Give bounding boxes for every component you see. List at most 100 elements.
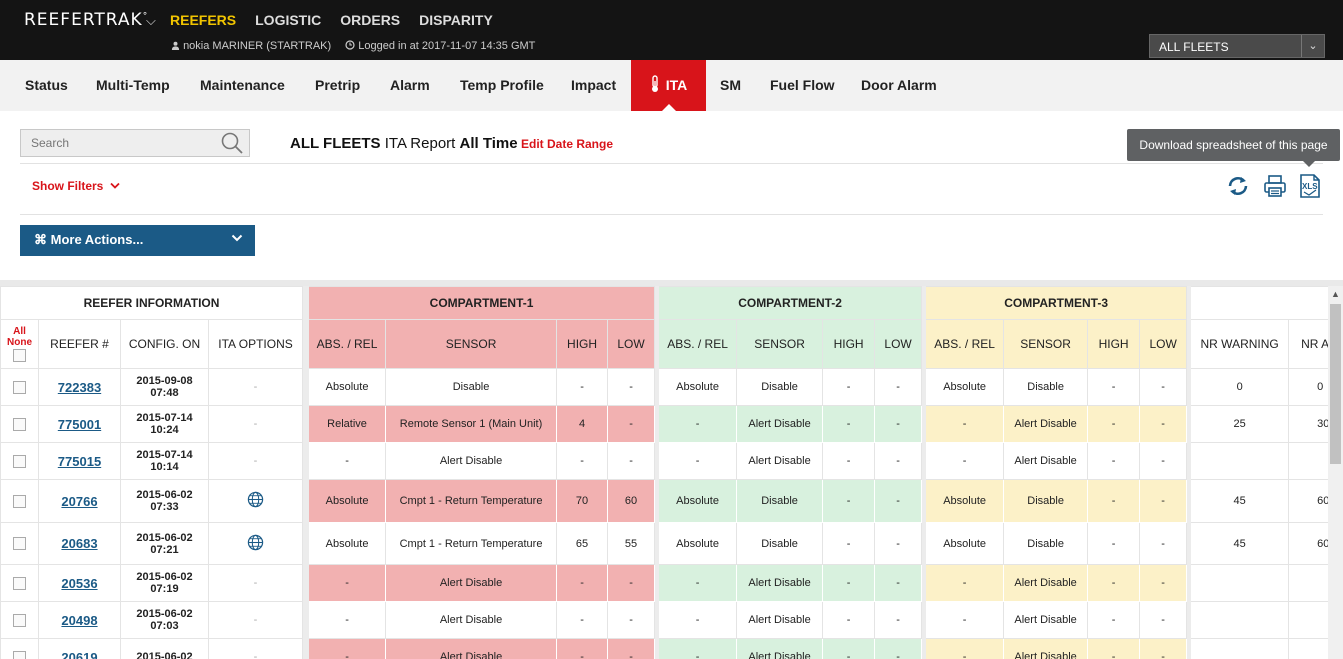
col-c2-low: LOW [874, 319, 923, 369]
row-checkbox[interactable] [13, 650, 26, 659]
cell-c3-abs-rel: Absolute [925, 368, 1005, 406]
cell-c3-abs-rel: - [925, 564, 1005, 602]
table-row[interactable]: 775001 2015-07-14 10:24- Relative Remote Sen… [0, 405, 1328, 443]
reefer-number-link[interactable]: 20766 [61, 494, 97, 509]
cell-c3-sensor: Alert Disable [1003, 564, 1089, 602]
reefer-number-link[interactable]: 20683 [61, 536, 97, 551]
fleet-select[interactable]: ALL FLEETS ⌄ [1149, 34, 1325, 58]
reefer-number-link[interactable]: 775015 [58, 454, 101, 469]
cell-c3-abs-rel: Absolute [925, 479, 1005, 523]
cell-c2-abs-rel: - [658, 442, 738, 480]
cell-c3-sensor: Alert Disable [1003, 405, 1089, 443]
row-checkbox[interactable] [13, 613, 26, 627]
globe-icon[interactable] [247, 534, 264, 551]
tab-impact[interactable]: Impact [571, 60, 616, 111]
table-row[interactable]: 722383 2015-09-08 07:48- Absolute Disable - - A… [0, 368, 1328, 406]
row-checkbox[interactable] [13, 576, 26, 590]
edit-date-range-link[interactable]: Edit Date Range [521, 137, 613, 151]
tab-maintenance[interactable]: Maintenance [200, 60, 285, 111]
top-nav-disparity[interactable]: DISPARITY [419, 12, 493, 28]
cell-c1-abs-rel: - [308, 442, 387, 480]
col-reefer-number[interactable]: REEFER # [38, 319, 121, 369]
cell-select [0, 442, 39, 480]
search-input[interactable] [20, 129, 250, 157]
config-time: 07:48 [150, 387, 179, 399]
cell-nr-alarm [1288, 638, 1328, 659]
col-config-on[interactable]: CONFIG. ON [120, 319, 209, 369]
tab-fuel-flow[interactable]: Fuel Flow [770, 60, 835, 111]
col-c1-low: LOW [607, 319, 656, 369]
tab-status[interactable]: Status [25, 60, 68, 111]
cell-c3-high: - [1087, 522, 1141, 565]
user-info: nokia MARINER (STARTRAK) Logged in at 20… [171, 40, 535, 52]
config-time: 07:19 [150, 583, 179, 595]
cell-c1-sensor: Alert Disable [385, 601, 558, 639]
tab-ita[interactable]: ITA [631, 60, 706, 111]
table-row[interactable]: 20683 2015-06-02 07:21 Absolute Cmpt 1 - Ret… [0, 522, 1328, 565]
cell-reefer-number: 20619 [38, 638, 121, 659]
top-nav-orders[interactable]: ORDERS [340, 12, 400, 28]
tab-alarm[interactable]: Alarm [390, 60, 430, 111]
row-checkbox[interactable] [13, 454, 26, 468]
select-none-link[interactable]: None [7, 337, 32, 348]
row-checkbox[interactable] [13, 417, 26, 431]
cell-c2-low: - [874, 405, 923, 443]
tab-pretrip[interactable]: Pretrip [315, 60, 360, 111]
cell-c1-abs-rel: Absolute [308, 479, 387, 523]
col-c3-abs-rel: ABS. / REL [925, 319, 1005, 369]
cell-c2-low: - [874, 638, 923, 659]
table-row[interactable]: 20498 2015-06-02 07:03- - Alert Disable - - - Al… [0, 601, 1328, 639]
chevron-down-icon[interactable]: ⌵ [146, 13, 156, 29]
globe-icon[interactable] [247, 491, 264, 508]
tab-temp-profile[interactable]: Temp Profile [460, 60, 544, 111]
cell-c2-abs-rel: - [658, 564, 738, 602]
cell-c3-high: - [1087, 442, 1141, 480]
select-all-link[interactable]: All [13, 326, 26, 337]
search-icon[interactable] [220, 131, 244, 155]
cell-c1-abs-rel: - [308, 564, 387, 602]
row-checkbox[interactable] [13, 380, 26, 394]
row-checkbox[interactable] [13, 494, 26, 508]
more-actions-button[interactable]: ⌘ More Actions... [20, 225, 255, 256]
table-row[interactable]: 20619 2015-06-02- - Alert Disable - - - Alert D… [0, 638, 1328, 659]
vertical-scrollbar[interactable]: ▲ [1328, 286, 1343, 659]
reefer-number-link[interactable]: 20619 [61, 650, 97, 659]
reefer-number-link[interactable]: 775001 [58, 417, 101, 432]
cell-nr-warning [1190, 564, 1290, 602]
refresh-icon[interactable] [1225, 173, 1251, 199]
cell-config-on: 2015-06-02 07:21 [120, 522, 209, 565]
cell-c3-high: - [1087, 601, 1141, 639]
print-icon[interactable] [1262, 173, 1288, 199]
cell-c3-abs-rel: - [925, 442, 1005, 480]
scroll-up-icon[interactable]: ▲ [1331, 289, 1340, 299]
cell-ita-options: - [207, 638, 304, 659]
cell-nr-warning [1190, 601, 1290, 639]
xls-icon[interactable]: XLS [1297, 173, 1323, 199]
table-row[interactable]: 20536 2015-06-02 07:19- - Alert Disable - - - Al… [0, 564, 1328, 602]
cell-c2-sensor: Disable [736, 522, 824, 565]
table-row[interactable]: 20766 2015-06-02 07:33 Absolute Cmpt 1 - Ret… [0, 479, 1328, 523]
cell-c3-high: - [1087, 638, 1141, 659]
cell-c2-sensor: Alert Disable [736, 601, 824, 639]
top-nav-logistic[interactable]: LOGISTIC [255, 12, 321, 28]
tab-multi-temp[interactable]: Multi-Temp [96, 60, 170, 111]
reefer-number-link[interactable]: 20536 [61, 576, 97, 591]
cell-nr-warning: 25 [1190, 405, 1290, 443]
reefer-number-link[interactable]: 722383 [58, 380, 101, 395]
config-date: 2015-06-02 [136, 489, 193, 501]
table-row[interactable]: 775015 2015-07-14 10:14- - Alert Disable - - - A… [0, 442, 1328, 480]
cell-c2-sensor: Alert Disable [736, 442, 824, 480]
tab-door-alarm[interactable]: Door Alarm [861, 60, 937, 111]
tab-sm[interactable]: SM [720, 60, 741, 111]
cell-c3-low: - [1139, 368, 1188, 406]
select-all-checkbox[interactable] [13, 349, 26, 363]
scrollbar-thumb[interactable] [1330, 304, 1341, 464]
top-nav-reefers[interactable]: REEFERS [170, 12, 236, 28]
brand-logo[interactable]: REEFERTRAK° [24, 10, 148, 30]
show-filters-toggle[interactable]: Show Filters [32, 179, 120, 193]
reefer-number-link[interactable]: 20498 [61, 613, 97, 628]
cell-nr-warning: 45 [1190, 522, 1290, 565]
cell-c3-sensor: Disable [1003, 479, 1089, 523]
cell-c2-low: - [874, 368, 923, 406]
row-checkbox[interactable] [13, 537, 26, 550]
